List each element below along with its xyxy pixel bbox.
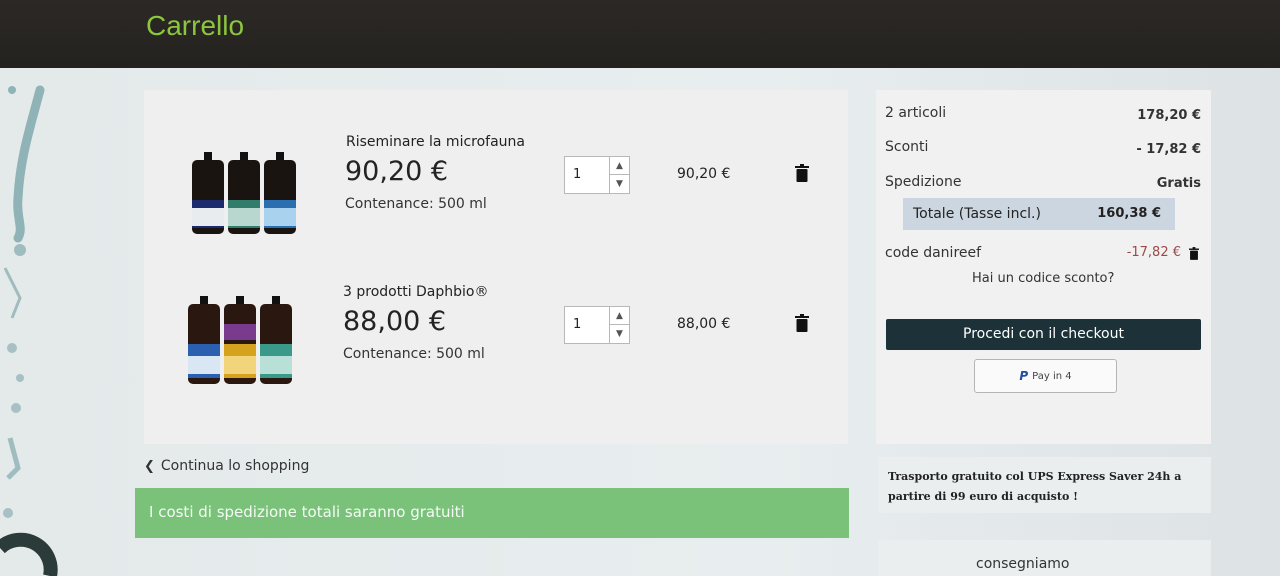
top-header: Carrello xyxy=(0,0,1280,68)
cart-item: 3 prodotti Daphbio® 88,00 € Contenance: … xyxy=(144,268,848,418)
cart-item: Riseminare la microfauna 90,20 € Contena… xyxy=(144,118,848,268)
discount-value: - 17,82 € xyxy=(1136,142,1201,157)
continue-shopping-link[interactable]: ❮ Continua lo shopping xyxy=(144,458,309,474)
total-value: 160,38 € xyxy=(1097,206,1161,221)
trash-icon[interactable] xyxy=(795,314,809,332)
discount-label: Sconti xyxy=(885,139,929,155)
quantity-buttons: ▲ ▼ xyxy=(609,307,629,343)
delivery-box: consegniamo xyxy=(878,540,1211,576)
voucher-row: code danireef -17,82 € xyxy=(885,245,1201,267)
continue-shopping-label: Continua lo shopping xyxy=(160,458,310,474)
voucher-value: -17,82 € xyxy=(1126,245,1181,260)
product-capacity: Contenance: 500 ml xyxy=(345,196,487,212)
quantity-value[interactable]: 1 xyxy=(573,317,581,332)
shipping-value: Gratis xyxy=(1156,176,1201,191)
line-total: 88,00 € xyxy=(677,316,731,332)
product-price: 90,20 € xyxy=(345,156,449,187)
product-image xyxy=(192,152,296,234)
quantity-stepper[interactable]: 1 ▲ ▼ xyxy=(564,156,630,194)
decorative-sidebar-illustration xyxy=(0,85,58,576)
shipping-label: Spedizione xyxy=(885,174,962,190)
total-box: Totale (Tasse incl.) 160,38 € xyxy=(903,198,1175,230)
paypal-pay-in-4-button[interactable]: P Pay in 4 xyxy=(974,359,1117,393)
page-title: Carrello xyxy=(146,10,245,41)
chevron-up-icon[interactable]: ▲ xyxy=(610,157,629,175)
items-count-label: 2 articoli xyxy=(885,105,947,121)
shipping-info-box: Trasporto gratuito col UPS Express Saver… xyxy=(878,457,1211,513)
paypal-label: Pay in 4 xyxy=(1032,370,1072,382)
total-label: Totale (Tasse incl.) xyxy=(913,206,1041,222)
cart-panel: Riseminare la microfauna 90,20 € Contena… xyxy=(144,90,848,444)
summary-shipping-row: Spedizione Gratis xyxy=(885,174,1201,196)
quantity-value[interactable]: 1 xyxy=(573,167,581,182)
free-shipping-banner: I costi di spedizione totali saranno gra… xyxy=(135,488,849,538)
order-summary: 2 articoli 178,20 € Sconti - 17,82 € Spe… xyxy=(876,90,1211,444)
chevron-down-icon[interactable]: ▼ xyxy=(610,175,629,193)
promo-code-link[interactable]: Hai un codice sconto? xyxy=(972,271,1114,286)
product-image xyxy=(188,296,292,384)
summary-discount-row: Sconti - 17,82 € xyxy=(885,139,1201,161)
chevron-down-icon[interactable]: ▼ xyxy=(610,325,629,343)
voucher-code: code danireef xyxy=(885,245,982,261)
product-capacity: Contenance: 500 ml xyxy=(343,346,485,362)
trash-icon[interactable] xyxy=(795,164,809,182)
summary-items-row: 2 articoli 178,20 € xyxy=(885,105,1201,127)
paypal-icon: P xyxy=(1019,369,1029,383)
items-subtotal: 178,20 € xyxy=(1137,108,1201,123)
chevron-up-icon[interactable]: ▲ xyxy=(610,307,629,325)
trash-icon[interactable] xyxy=(1189,247,1199,260)
line-total: 90,20 € xyxy=(677,166,731,182)
delivery-text: consegniamo xyxy=(976,556,1070,572)
product-name[interactable]: 3 prodotti Daphbio® xyxy=(343,284,489,300)
checkout-button[interactable]: Procedi con il checkout xyxy=(886,319,1201,350)
product-name[interactable]: Riseminare la microfauna xyxy=(346,134,525,150)
quantity-stepper[interactable]: 1 ▲ ▼ xyxy=(564,306,630,344)
quantity-buttons: ▲ ▼ xyxy=(609,157,629,193)
product-price: 88,00 € xyxy=(343,306,447,337)
chevron-left-icon: ❮ xyxy=(144,459,155,474)
